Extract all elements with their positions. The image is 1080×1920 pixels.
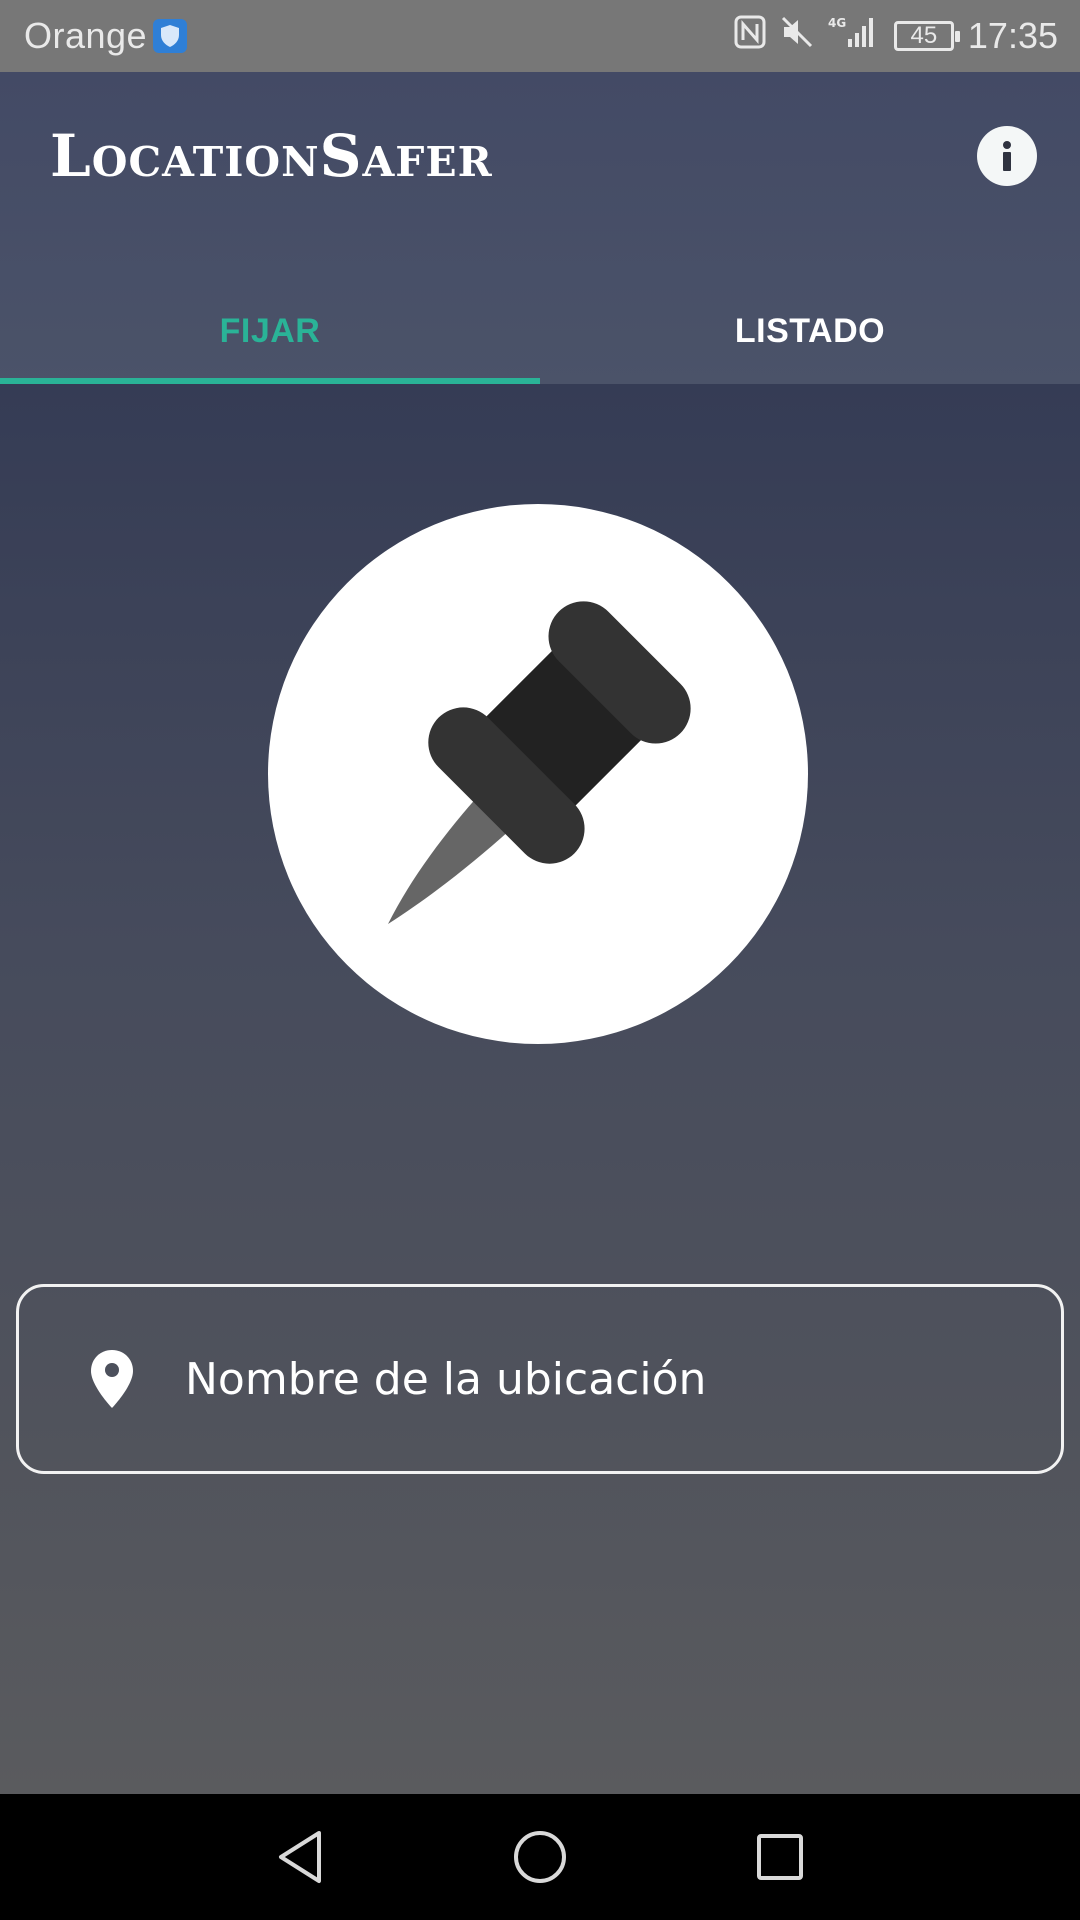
signal-icon: 4G bbox=[814, 15, 876, 58]
home-button[interactable] bbox=[470, 1794, 610, 1920]
network-type: 4G bbox=[828, 16, 846, 30]
back-icon bbox=[279, 1831, 321, 1883]
info-icon bbox=[1003, 141, 1011, 171]
recents-button[interactable] bbox=[710, 1794, 850, 1920]
back-button[interactable] bbox=[230, 1794, 370, 1920]
app-title: LocationSafer bbox=[50, 122, 493, 190]
location-name-field[interactable] bbox=[16, 1284, 1064, 1474]
info-button[interactable] bbox=[977, 126, 1037, 186]
carrier-name: Orange bbox=[24, 15, 148, 56]
nfc-icon bbox=[720, 15, 766, 58]
recents-icon bbox=[757, 1834, 803, 1880]
mute-icon bbox=[766, 15, 814, 58]
home-icon bbox=[514, 1831, 566, 1883]
clock: 17:35 bbox=[967, 15, 1058, 56]
battery-level: 45 bbox=[910, 22, 938, 49]
status-bar: Orange 4G 45 17:35 bbox=[0, 0, 1080, 72]
location-name-input[interactable] bbox=[185, 1353, 965, 1405]
pin-location-button[interactable] bbox=[268, 504, 808, 1044]
location-pin-icon bbox=[91, 1350, 133, 1408]
nav-bar bbox=[0, 1794, 1080, 1920]
main-content bbox=[0, 384, 1080, 1794]
tab-fijar[interactable]: FIJAR bbox=[0, 292, 540, 384]
pushpin-icon bbox=[388, 601, 691, 924]
shield-icon bbox=[153, 19, 188, 53]
status-right: 4G 45 17:35 bbox=[720, 15, 1058, 58]
screen: Orange 4G 45 17:35 LocationSafer FIJAR L… bbox=[0, 0, 1080, 1920]
battery-icon: 45 bbox=[893, 21, 960, 51]
app-bar: LocationSafer FIJAR LISTADO bbox=[0, 72, 1080, 384]
tab-listado[interactable]: LISTADO bbox=[540, 292, 1080, 384]
status-left: Orange bbox=[24, 15, 188, 57]
tab-bar: FIJAR LISTADO bbox=[0, 292, 1080, 384]
